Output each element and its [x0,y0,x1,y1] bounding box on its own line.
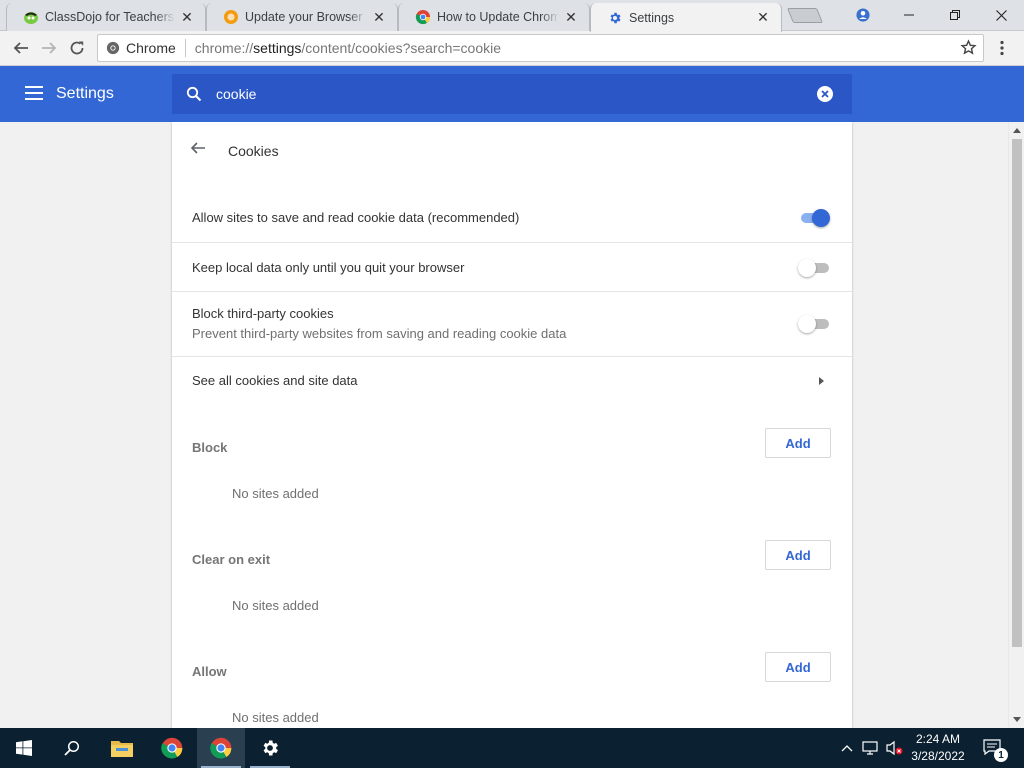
search-icon[interactable] [48,728,96,768]
tab-classdojo[interactable]: ClassDojo for Teachers ✕ [6,3,206,31]
see-all-cookies-row[interactable]: See all cookies and site data [172,357,852,405]
browser-toolbar: Chrome chrome://settings/content/cookies… [0,31,1024,66]
tab-title: Update your Browser - Bl [245,10,367,24]
windows-start-icon[interactable] [0,728,48,768]
option-label: Allow sites to save and read cookie data… [192,210,520,225]
settings-header: Settings [0,66,1024,122]
new-tab-button[interactable] [786,8,824,23]
file-explorer-icon[interactable] [98,728,146,768]
clear-on-exit-add-button[interactable]: Add [765,540,831,570]
search-icon [172,86,216,102]
empty-list-text: No sites added [232,486,319,501]
close-window-icon[interactable] [978,0,1024,30]
url-text: chrome://settings/content/cookies?search… [195,40,501,56]
search-input[interactable] [216,86,776,102]
settings-taskbar-icon[interactable] [246,728,294,768]
forward-icon[interactable] [37,36,61,60]
scroll-up-icon[interactable] [1013,128,1021,133]
empty-list-text: No sites added [232,598,319,613]
orange-circle-icon [223,9,239,25]
chrome-icon [415,9,431,25]
section-title: Clear on exit [192,552,271,567]
bookmark-star-icon[interactable] [960,39,977,59]
minimize-icon[interactable] [886,0,932,30]
empty-list-text: No sites added [232,710,319,725]
scrollbar-thumb[interactable] [1012,139,1022,647]
tab-close-icon[interactable]: ✕ [179,9,195,26]
notification-count: 1 [994,748,1008,762]
block-section: Block Add No sites added [172,420,852,520]
clock-date: 3/28/2022 [911,749,965,763]
gear-icon [607,10,623,26]
network-icon[interactable] [860,728,882,768]
block-third-party-toggle[interactable] [798,314,830,334]
address-bar[interactable]: Chrome chrome://settings/content/cookies… [97,34,984,62]
browser-menu-icon[interactable] [994,36,1010,60]
allow-add-button[interactable]: Add [765,652,831,682]
chrome-logo-icon [106,41,120,55]
clear-on-exit-section: Clear on exit Add No sites added [172,532,852,632]
chrome-taskbar-icon-active[interactable] [197,728,245,768]
clear-search-icon[interactable] [817,86,833,102]
url-path: /content/cookies?search=cookie [301,40,502,56]
block-add-button[interactable]: Add [765,428,831,458]
tab-how-to-update[interactable]: How to Update Chrome ✕ [398,3,590,31]
tab-title: Settings [629,10,675,25]
option-label: Block third-party cookies [192,306,334,321]
menu-icon[interactable] [25,86,43,100]
settings-search [172,74,852,114]
url-host: settings [253,40,302,56]
profile-icon[interactable] [840,0,886,30]
option-row-block-third-party[interactable]: Block third-party cookies Prevent third-… [172,292,852,357]
option-label: Keep local data only until you quit your… [192,260,465,275]
keep-local-toggle[interactable] [798,258,830,278]
system-clock[interactable]: 2:24 AM 3/28/2022 [905,731,971,765]
omnibox-divider [184,39,186,57]
option-row-keep-local[interactable]: Keep local data only until you quit your… [172,243,852,292]
notification-icon[interactable]: 1 [980,728,1008,768]
restore-icon[interactable] [932,0,978,30]
chrome-taskbar-icon[interactable] [148,728,196,768]
tab-update-browser[interactable]: Update your Browser - Bl ✕ [206,3,398,31]
tab-strip: ClassDojo for Teachers ✕ Update your Bro… [0,0,1024,32]
back-icon[interactable] [9,36,33,60]
chevron-right-icon [819,377,824,385]
tab-settings[interactable]: Settings ✕ [590,3,782,32]
page-title: Cookies [228,143,279,159]
url-prefix: chrome:// [194,40,254,56]
settings-title: Settings [56,85,114,102]
classdojo-icon [23,9,39,25]
section-title: Allow [192,664,227,679]
scroll-down-icon[interactable] [1013,717,1021,722]
chrome-scheme-chip: Chrome [98,40,176,56]
allow-section: Allow Add No sites added [172,644,852,728]
clock-time: 2:24 AM [915,732,961,746]
section-title: Block [192,440,228,455]
tray-chevron-up-icon[interactable] [838,728,856,768]
option-sublabel: Prevent third-party websites from saving… [192,326,567,341]
windows-taskbar: 2:24 AM 3/28/2022 1 [0,728,1024,768]
settings-page: Cookies Allow sites to save and read coo… [0,122,1008,728]
tab-close-icon[interactable]: ✕ [563,9,579,26]
tab-close-icon[interactable]: ✕ [371,9,387,26]
option-row-allow-cookies[interactable]: Allow sites to save and read cookie data… [172,193,852,243]
see-all-label: See all cookies and site data [192,373,358,388]
scheme-label: Chrome [126,40,176,56]
back-arrow-icon[interactable] [190,140,210,160]
tab-title: ClassDojo for Teachers [45,10,174,24]
page-scrollbar[interactable] [1008,122,1024,728]
allow-cookies-toggle[interactable] [798,208,830,228]
reload-icon[interactable] [65,36,89,60]
tab-title: How to Update Chrome [437,10,559,24]
volume-muted-icon[interactable] [884,728,906,768]
tab-close-icon[interactable]: ✕ [755,9,771,26]
cookies-card: Cookies Allow sites to save and read coo… [172,122,852,728]
